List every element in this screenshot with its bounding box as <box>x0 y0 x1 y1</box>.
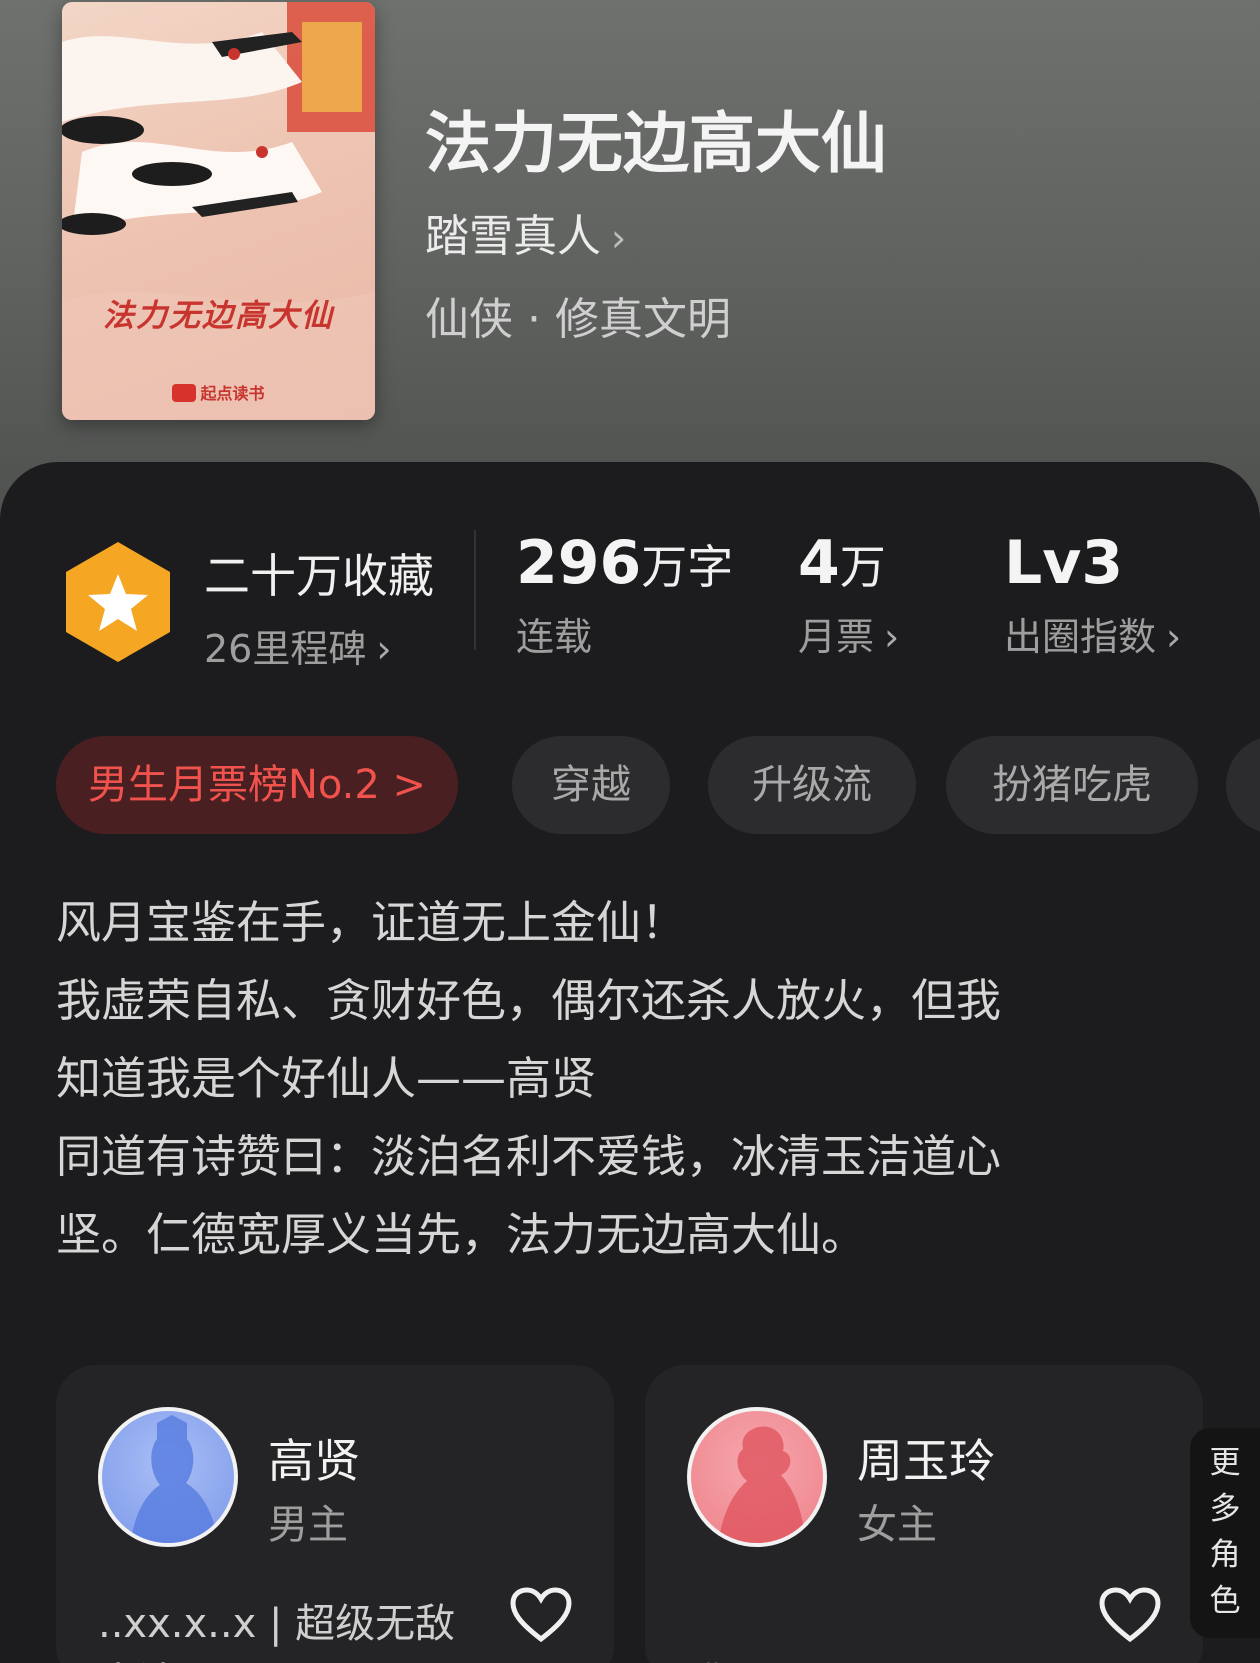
word-count-stat: 296万字 连载 <box>516 528 733 661</box>
description-line: 知道我是个好仙人——高贤 <box>56 1052 597 1105</box>
popularity-index-stat[interactable]: Lv3 出圈指数 › <box>1004 528 1181 661</box>
tag-chuanyue[interactable]: 穿越 <box>512 736 670 834</box>
chevron-right-icon: › <box>884 615 900 659</box>
book-title: 法力无边高大仙 <box>425 104 887 182</box>
votes-number: 4 <box>798 528 840 598</box>
character-traits-line2: 大渣男 | ... <box>98 1650 295 1663</box>
cover-title: 法力无边高大仙 <box>103 298 334 334</box>
character-name: 高贤 <box>268 1434 360 1488</box>
character-card[interactable]: 周玉玲 女主 嘴子 <box>645 1365 1203 1663</box>
level-label: 出圈指数 <box>1004 615 1157 659</box>
character-card[interactable]: 高贤 男主 ..xx.x..x | 超级无敌 大渣男 | ... <box>56 1365 614 1663</box>
avatar <box>687 1407 827 1547</box>
more-roles-char: 更 <box>1209 1445 1241 1481</box>
votes-label: 月票 <box>798 615 875 659</box>
character-role: 男主 <box>268 1502 348 1548</box>
tag-overflow[interactable] <box>1226 736 1260 834</box>
collection-stat[interactable]: 二十万收藏 26里程碑 › <box>204 540 434 673</box>
description-line: 我虚荣自私、贪财好色，偶尔还杀人放火，但我 <box>56 974 1002 1027</box>
description-line: 风月宝鉴在手，证道无上金仙！ <box>56 896 687 949</box>
author-link[interactable]: 踏雪真人 › <box>425 200 626 264</box>
level-value: Lv3 <box>1004 528 1124 598</box>
serial-status: 连载 <box>516 615 593 659</box>
milestone-count: 26里程碑 <box>204 627 367 671</box>
female-silhouette-icon <box>718 1426 807 1543</box>
book-description[interactable]: 风月宝鉴在手，证道无上金仙！ 我虚荣自私、贪财好色，偶尔还杀人放火，但我 知道我… <box>56 884 1206 1274</box>
book-cover[interactable]: 法力无边高大仙 起点读书 <box>62 2 375 420</box>
character-name: 周玉玲 <box>857 1434 995 1488</box>
qidian-logo-icon <box>172 384 197 402</box>
author-name: 踏雪真人 <box>425 211 601 262</box>
more-roles-char: 多 <box>1209 1491 1241 1527</box>
tag-shengjiliu[interactable]: 升级流 <box>708 736 916 834</box>
character-traits-line2: 嘴子 <box>687 1650 767 1663</box>
avatar <box>98 1407 238 1547</box>
heart-icon[interactable] <box>1099 1587 1161 1643</box>
genre-label: 仙侠 · 修真文明 <box>425 294 731 345</box>
star-badge-icon <box>66 542 170 662</box>
cover-art <box>62 2 375 420</box>
chevron-right-icon: › <box>611 216 627 260</box>
collection-count: 二十万收藏 <box>204 549 434 603</box>
more-characters-button[interactable]: 更 多 角 色 <box>1190 1428 1260 1638</box>
character-role: 女主 <box>857 1502 937 1548</box>
stat-divider <box>474 530 476 650</box>
word-count-number: 296 <box>516 528 642 598</box>
male-silhouette-icon <box>130 1415 219 1543</box>
monthly-votes-stat[interactable]: 4万 月票 › <box>798 528 899 661</box>
description-line: 坚。仁德宽厚义当先，法力无边高大仙。 <box>56 1208 867 1261</box>
more-roles-char: 角 <box>1209 1537 1241 1573</box>
chevron-right-icon: › <box>376 627 392 671</box>
ranking-tag[interactable]: 男生月票榜No.2 > <box>56 736 458 834</box>
character-traits: ..xx.x..x | 超级无敌 <box>98 1601 456 1647</box>
tag-row: 男生月票榜No.2 > 穿越 升级流 扮猪吃虎 <box>56 736 1260 834</box>
cover-brand-text: 起点读书 <box>200 384 265 403</box>
tag-banzhuchihu[interactable]: 扮猪吃虎 <box>946 736 1198 834</box>
cover-brand: 起点读书 <box>62 380 375 404</box>
heart-icon[interactable] <box>510 1587 572 1643</box>
votes-unit: 万 <box>839 540 886 594</box>
more-roles-char: 色 <box>1209 1583 1241 1619</box>
description-line: 同道有诗赞曰：淡泊名利不爱钱，冰清玉洁道心 <box>56 1130 1002 1183</box>
word-count-unit: 万字 <box>641 540 734 594</box>
chevron-right-icon: › <box>1166 615 1182 659</box>
